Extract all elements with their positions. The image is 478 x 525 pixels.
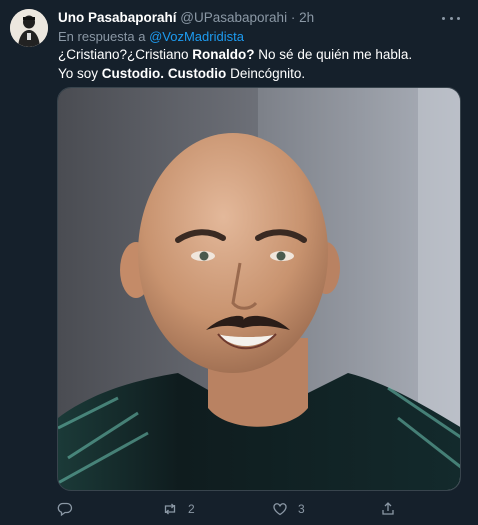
- like-button[interactable]: 3: [272, 499, 305, 519]
- tweet-actions: 2 3: [57, 499, 461, 519]
- timestamp[interactable]: 2h: [299, 10, 314, 25]
- reply-icon: [57, 502, 73, 517]
- author-name[interactable]: Uno Pasabaporahí: [58, 10, 177, 25]
- retweet-button[interactable]: 2: [162, 499, 195, 519]
- more-options-icon[interactable]: [442, 12, 460, 24]
- tweet-text-line-2: Yo soy Custodio. Custodio Deincógnito.: [58, 66, 306, 81]
- reply-context: En respuesta a @VozMadridista: [58, 29, 244, 44]
- retweet-icon: [164, 503, 176, 515]
- avatar[interactable]: [10, 9, 48, 47]
- author-handle[interactable]: @UPasabaporahi: [180, 10, 287, 25]
- share-button[interactable]: [380, 499, 406, 519]
- like-count: 3: [298, 502, 305, 516]
- tweet-text: ¿Cristiano?¿Cristiano Ronaldo? No sé de …: [58, 45, 458, 83]
- like-icon: [273, 503, 287, 516]
- tweet-header: Uno Pasabaporahí @UPasabaporahi · 2h: [58, 10, 314, 25]
- reply-mention-link[interactable]: @VozMadridista: [149, 29, 244, 44]
- tweet[interactable]: Uno Pasabaporahí @UPasabaporahi · 2h En …: [0, 0, 478, 525]
- reply-button[interactable]: [57, 499, 83, 519]
- separator-dot: ·: [290, 10, 296, 25]
- share-icon: [382, 502, 394, 515]
- reply-prefix: En respuesta a: [58, 29, 146, 44]
- tweet-text-line-1: ¿Cristiano?¿Cristiano Ronaldo? No sé de …: [58, 47, 413, 62]
- tweet-image[interactable]: [57, 87, 461, 491]
- retweet-count: 2: [188, 502, 195, 516]
